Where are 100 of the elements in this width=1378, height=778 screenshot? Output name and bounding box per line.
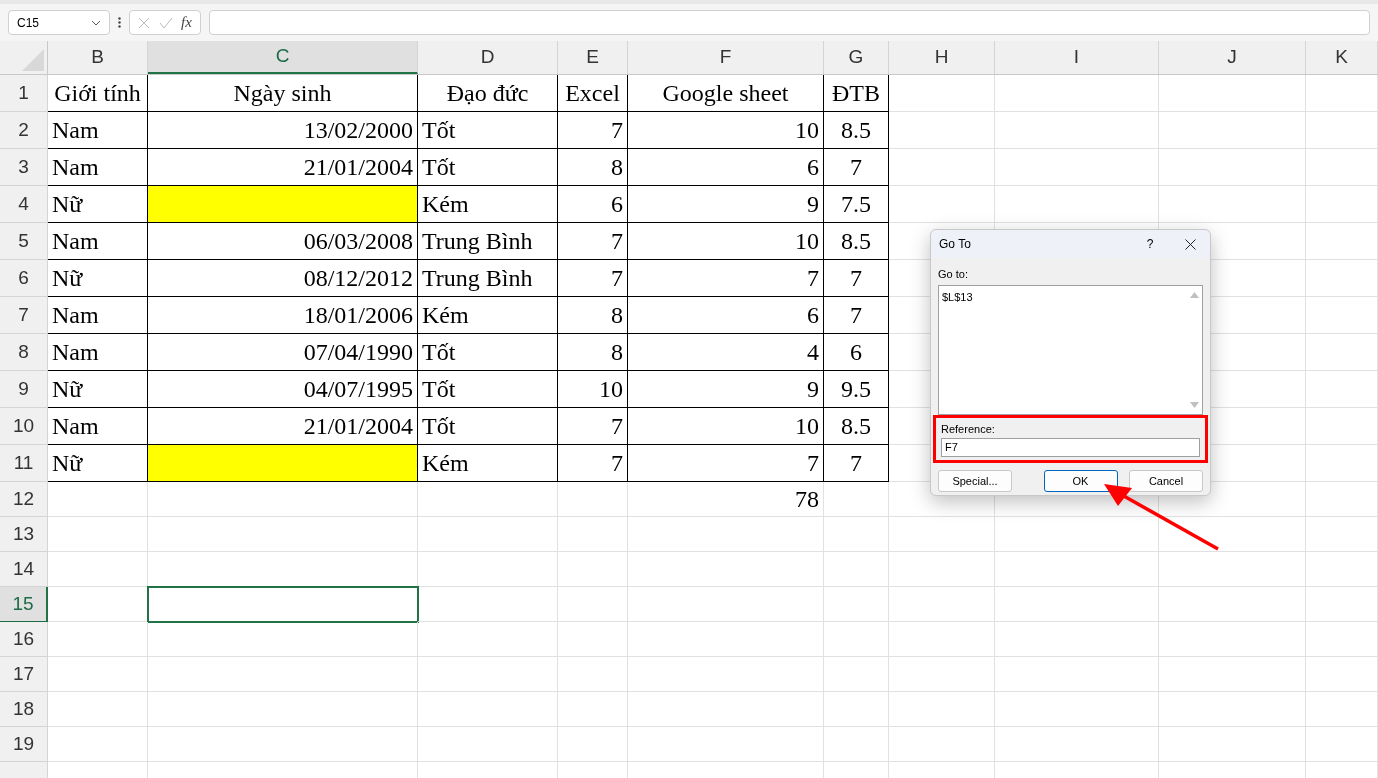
column-header[interactable]: H [889, 41, 995, 74]
cancel-icon[interactable] [138, 16, 151, 29]
dialog-button[interactable]: OK [1043, 470, 1118, 492]
row-header[interactable]: 11 [0, 445, 48, 482]
select-all-icon[interactable] [22, 49, 44, 71]
table-cell: 18/01/2006 [148, 297, 418, 334]
column-header[interactable]: K [1306, 41, 1378, 74]
empty-cell [824, 727, 889, 762]
more-icon[interactable] [118, 17, 121, 28]
empty-cell [824, 622, 889, 657]
row-header[interactable]: 8 [0, 334, 48, 371]
empty-cell [1306, 334, 1378, 371]
empty-cell [1306, 482, 1378, 517]
table-cell: 7 [824, 149, 889, 186]
reference-field[interactable]: F7 [941, 438, 1200, 457]
table-cell: Tốt [418, 149, 558, 186]
table-cell: 7 [558, 260, 628, 297]
table-cell: 7 [558, 408, 628, 445]
row-header[interactable]: 19 [0, 727, 48, 762]
empty-cell [1306, 75, 1378, 112]
empty-cell [1306, 112, 1378, 149]
row-header[interactable]: 10 [0, 408, 48, 445]
table-cell: Nữ [48, 371, 148, 408]
empty-cell [1306, 622, 1378, 657]
table-cell: Tốt [418, 371, 558, 408]
row-header[interactable]: 14 [0, 552, 48, 587]
table-cell: 6 [628, 297, 824, 334]
table-cell: 6 [628, 149, 824, 186]
check-icon[interactable] [158, 16, 173, 29]
empty-cell [1306, 260, 1378, 297]
table-cell: 78 [628, 482, 824, 517]
empty-cell [824, 657, 889, 692]
row-header[interactable]: 12 [0, 482, 48, 517]
row-header[interactable]: 16 [0, 622, 48, 657]
row-header[interactable]: 3 [0, 149, 48, 186]
table-cell: 04/07/1995 [148, 371, 418, 408]
empty-cell [1306, 692, 1378, 727]
table-cell: 8.5 [824, 408, 889, 445]
row-header[interactable]: 15 [0, 587, 48, 622]
column-header[interactable]: E [558, 41, 628, 74]
table-cell: ĐTB [824, 75, 889, 112]
table-cell: 10 [558, 371, 628, 408]
table-cell: 9 [628, 186, 824, 223]
column-header[interactable]: C [148, 41, 418, 74]
empty-cell [1306, 517, 1378, 552]
dialog-title: Go To [939, 236, 971, 253]
empty-cell [1306, 727, 1378, 762]
name-box[interactable]: C15 [8, 10, 110, 35]
dialog-button[interactable]: Cancel [1129, 470, 1203, 492]
row-header[interactable]: 7 [0, 297, 48, 334]
column-header[interactable]: I [995, 41, 1159, 74]
table-cell: 07/04/1990 [148, 334, 418, 371]
list-item[interactable]: $L$13 [942, 288, 973, 305]
empty-cell [558, 692, 628, 727]
table-cell: 6 [558, 186, 628, 223]
empty-cell [558, 727, 628, 762]
table-cell: 9 [628, 371, 824, 408]
table-cell: 7 [628, 260, 824, 297]
go-to-list[interactable]: $L$13 [938, 284, 1203, 415]
table-cell: 7 [628, 445, 824, 482]
empty-cell [1306, 297, 1378, 334]
column-header[interactable]: F [628, 41, 824, 74]
empty-cell [1306, 587, 1378, 622]
table-cell: Nữ [48, 260, 148, 297]
table-cell: Trung Bình [418, 260, 558, 297]
empty-cell [558, 482, 628, 517]
row-header[interactable]: 18 [0, 692, 48, 727]
table-cell: Nam [48, 297, 148, 334]
table-cell: Nam [48, 223, 148, 260]
row-header[interactable]: 5 [0, 223, 48, 260]
empty-cell [824, 517, 889, 552]
column-header[interactable]: G [824, 41, 889, 74]
scroll-down-icon[interactable] [1189, 401, 1199, 408]
row-header[interactable]: 1 [0, 75, 48, 112]
column-header[interactable]: D [418, 41, 558, 74]
row-header[interactable]: 13 [0, 517, 48, 552]
empty-cell [1306, 149, 1378, 186]
row-header[interactable]: 6 [0, 260, 48, 297]
table-cell: Tốt [418, 112, 558, 149]
empty-cell [824, 587, 889, 622]
empty-cell [1306, 657, 1378, 692]
table-cell: 8 [558, 297, 628, 334]
table-cell: 7.5 [824, 186, 889, 223]
close-icon [1184, 238, 1196, 250]
row-header[interactable]: 4 [0, 186, 48, 223]
dialog-button[interactable]: Special... [938, 470, 1012, 492]
table-cell: 7 [824, 297, 889, 334]
formula-field[interactable] [209, 10, 1370, 35]
scroll-up-icon[interactable] [1189, 291, 1199, 298]
row-header[interactable]: 9 [0, 371, 48, 408]
help-button[interactable]: ? [1130, 235, 1170, 253]
table-cell: Nam [48, 149, 148, 186]
empty-cell [824, 482, 889, 517]
row-header[interactable]: 2 [0, 112, 48, 149]
row-header[interactable]: 17 [0, 657, 48, 692]
column-header[interactable]: J [1159, 41, 1306, 74]
empty-cell [1306, 223, 1378, 260]
empty-cell [1306, 552, 1378, 587]
insert-function-button[interactable]: fx [180, 11, 192, 34]
table-cell: Tốt [418, 334, 558, 371]
